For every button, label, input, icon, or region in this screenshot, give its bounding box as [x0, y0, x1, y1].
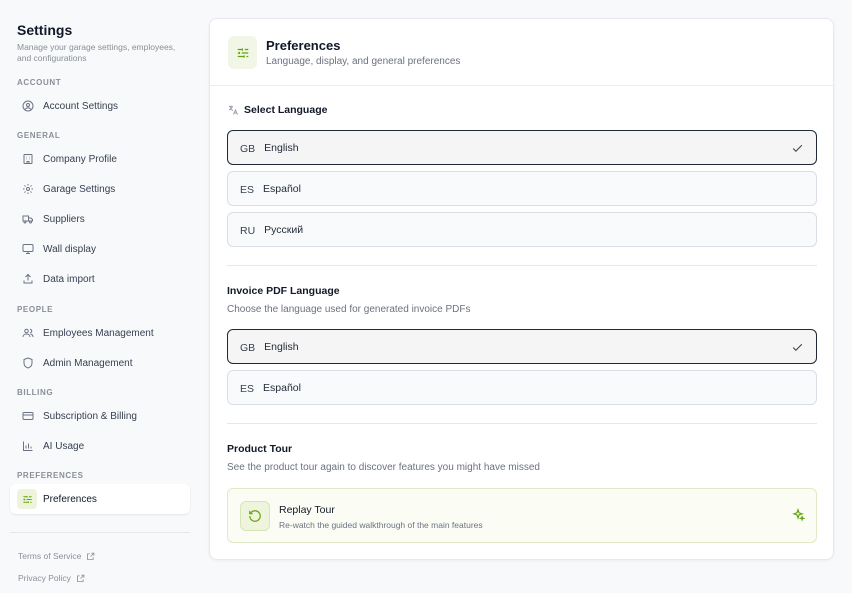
sidebar-divider	[10, 532, 190, 533]
sidebar-item-label: Company Profile	[43, 153, 117, 165]
sidebar-title: Settings	[17, 22, 73, 38]
product-tour-description: See the product tour again to discover f…	[227, 462, 540, 473]
check-icon	[791, 142, 804, 155]
language-name: Español	[263, 381, 301, 394]
sidebar-item-employees-management[interactable]: Employees Management	[10, 318, 190, 348]
language-option-espanol[interactable]: ES Español	[227, 171, 817, 206]
check-icon	[791, 341, 804, 354]
sidebar-item-admin-management[interactable]: Admin Management	[10, 348, 190, 378]
language-name: Español	[263, 182, 301, 195]
sidebar-item-account-settings[interactable]: Account Settings	[10, 91, 190, 121]
gear-icon	[21, 183, 34, 196]
section-divider	[227, 265, 817, 266]
section-billing: BILLING	[17, 388, 54, 397]
external-link-icon	[76, 574, 85, 583]
flag-code: GB	[240, 142, 256, 155]
translate-icon	[227, 104, 239, 116]
users-icon	[21, 327, 34, 340]
building-icon	[21, 153, 34, 166]
page-title: Preferences	[266, 38, 341, 53]
shield-icon	[21, 357, 34, 370]
user-circle-icon	[21, 100, 34, 113]
replay-tour-title: Replay Tour	[279, 504, 335, 516]
language-name: Русский	[264, 223, 304, 236]
language-name: English	[264, 141, 299, 154]
sidebar-item-suppliers[interactable]: Suppliers	[10, 204, 190, 234]
page-subtitle: Language, display, and general preferenc…	[266, 56, 461, 67]
language-option-russian[interactable]: RU Русский	[227, 212, 817, 247]
privacy-label: Privacy Policy	[18, 573, 71, 583]
sidebar-item-label: Account Settings	[43, 100, 119, 112]
select-language-label: Select Language	[227, 104, 327, 116]
monitor-icon	[21, 243, 34, 256]
flag-code: RU	[240, 224, 256, 237]
replay-tour-button[interactable]: Replay Tour Re-watch the guided walkthro…	[227, 488, 817, 543]
preferences-card: Preferences Language, display, and gener…	[209, 18, 834, 560]
sidebar-item-label: AI Usage	[43, 440, 85, 452]
credit-card-icon	[21, 410, 34, 423]
invoice-language-option-espanol[interactable]: ES Español	[227, 370, 817, 405]
product-tour-label: Product Tour	[227, 443, 293, 455]
sidebar-item-ai-usage[interactable]: AI Usage	[10, 431, 190, 461]
bar-chart-icon	[21, 440, 34, 453]
section-account: ACCOUNT	[17, 78, 62, 87]
upload-icon	[21, 273, 34, 286]
invoice-language-description: Choose the language used for generated i…	[227, 304, 471, 315]
sliders-icon	[228, 36, 257, 69]
sidebar-item-wall-display[interactable]: Wall display	[10, 234, 190, 264]
sidebar-item-label: Admin Management	[43, 357, 133, 369]
settings-sidebar: Settings Manage your garage settings, em…	[0, 0, 200, 593]
sidebar-item-label: Wall display	[43, 243, 96, 255]
language-name: English	[264, 340, 299, 353]
external-link-icon	[86, 552, 95, 561]
sliders-icon	[17, 489, 37, 509]
invoice-language-option-english[interactable]: GB English	[227, 329, 817, 364]
sidebar-item-label: Subscription & Billing	[43, 410, 137, 422]
card-header: Preferences Language, display, and gener…	[210, 19, 833, 86]
sidebar-item-label: Data import	[43, 273, 95, 285]
sidebar-item-label: Preferences	[43, 493, 97, 505]
sidebar-item-label: Garage Settings	[43, 183, 116, 195]
flag-code: ES	[240, 382, 255, 395]
sparkles-icon	[791, 507, 806, 522]
rotate-ccw-icon	[240, 501, 270, 531]
language-option-english[interactable]: GB English	[227, 130, 817, 165]
sidebar-item-company-profile[interactable]: Company Profile	[10, 144, 190, 174]
sidebar-subtitle: Manage your garage settings, employees, …	[17, 42, 176, 63]
flag-code: GB	[240, 341, 256, 354]
invoice-language-label: Invoice PDF Language	[227, 285, 340, 297]
section-preferences: PREFERENCES	[17, 471, 84, 480]
privacy-policy-link[interactable]: Privacy Policy	[18, 573, 85, 583]
replay-tour-subtitle: Re-watch the guided walkthrough of the m…	[279, 520, 483, 530]
truck-icon	[21, 213, 34, 226]
sidebar-item-subscription-billing[interactable]: Subscription & Billing	[10, 401, 190, 431]
sidebar-item-preferences[interactable]: Preferences	[10, 484, 190, 514]
section-people: PEOPLE	[17, 305, 54, 314]
section-divider	[227, 423, 817, 424]
terms-label: Terms of Service	[18, 551, 82, 561]
sidebar-item-garage-settings[interactable]: Garage Settings	[10, 174, 190, 204]
section-general: GENERAL	[17, 131, 61, 140]
sidebar-item-label: Suppliers	[43, 213, 85, 225]
terms-of-service-link[interactable]: Terms of Service	[18, 551, 95, 561]
select-language-text: Select Language	[244, 104, 328, 116]
sidebar-item-label: Employees Management	[43, 327, 154, 339]
flag-code: ES	[240, 183, 255, 196]
sidebar-item-data-import[interactable]: Data import	[10, 264, 190, 294]
